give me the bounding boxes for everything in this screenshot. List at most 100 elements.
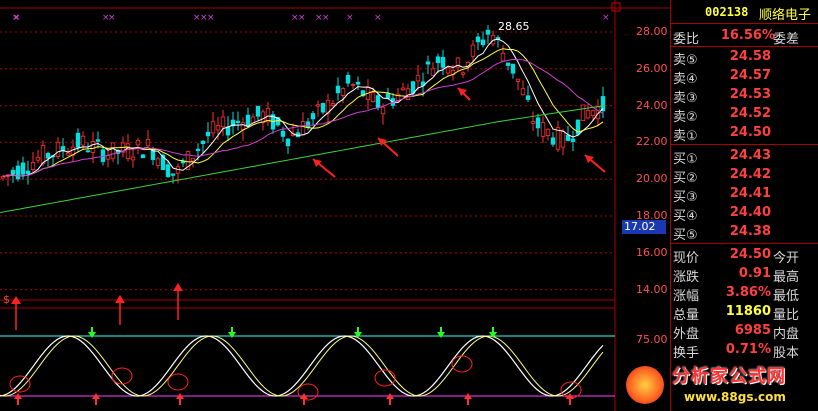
buy-signal-arrow-head bbox=[173, 283, 183, 291]
watermark-url: www.88gs.com bbox=[684, 390, 786, 404]
orderbook-row: 买② 24.42 bbox=[673, 167, 771, 186]
candle-body bbox=[190, 157, 196, 162]
logo-emblem-icon bbox=[626, 366, 664, 404]
candle-body bbox=[440, 56, 446, 68]
orderbook-row: 买③ 24.41 bbox=[673, 186, 771, 205]
candle-body bbox=[235, 120, 241, 123]
price-axis-label: 26.00 bbox=[636, 61, 668, 75]
candle-body bbox=[65, 152, 71, 156]
sell-signal-arrow-head bbox=[437, 332, 445, 338]
price-axis-label: 16.00 bbox=[636, 245, 668, 259]
orderbook-row: 外盘 6985 内盘 bbox=[673, 323, 800, 342]
candle-body bbox=[170, 173, 176, 176]
stock-code: 002138 bbox=[705, 5, 749, 19]
signal-x-marker: × bbox=[602, 13, 610, 23]
candle-body bbox=[525, 95, 531, 100]
signal-x-marker: × bbox=[108, 13, 116, 23]
candle-body bbox=[560, 131, 566, 148]
candle-body bbox=[10, 169, 16, 175]
window-box bbox=[611, 2, 621, 12]
divider bbox=[671, 243, 818, 244]
divider bbox=[671, 23, 818, 24]
candle-body bbox=[215, 125, 221, 131]
trough-circle bbox=[167, 373, 189, 391]
candle-body bbox=[40, 145, 46, 164]
candle-body bbox=[35, 156, 41, 161]
candle-body bbox=[460, 72, 466, 75]
candle-body bbox=[520, 88, 526, 96]
buy-signal-arrow-head bbox=[115, 295, 125, 303]
orderbook-row: 换手 0.71% 股本 bbox=[673, 342, 800, 361]
candle-body bbox=[15, 165, 21, 180]
signal-x-marker: × bbox=[13, 13, 21, 23]
orderbook-row: 卖④ 24.57 bbox=[673, 68, 771, 87]
candle-body bbox=[155, 158, 161, 166]
price-axis-label: 14.00 bbox=[636, 282, 668, 296]
candle-body bbox=[445, 67, 451, 74]
candle-body bbox=[590, 110, 596, 116]
candle-body bbox=[370, 92, 376, 103]
candle-body bbox=[305, 121, 311, 128]
candle-body bbox=[280, 130, 286, 137]
candle-body bbox=[400, 87, 406, 91]
stock-name: 顺络电子 bbox=[759, 8, 812, 23]
candle-body bbox=[260, 111, 266, 123]
candle-body bbox=[90, 141, 96, 153]
candle-body bbox=[340, 88, 346, 96]
candle-body bbox=[470, 44, 476, 57]
candle-body bbox=[140, 154, 146, 159]
candle-body bbox=[200, 140, 206, 144]
osc-line-d bbox=[0, 335, 604, 397]
sell-signal-arrow-head bbox=[88, 332, 96, 338]
candle-body bbox=[55, 141, 61, 157]
candle-body bbox=[30, 162, 36, 170]
candle-body bbox=[545, 128, 551, 136]
candle-body bbox=[310, 113, 316, 120]
trough-circle bbox=[374, 369, 396, 387]
candle-body bbox=[110, 142, 116, 159]
osc-line-k bbox=[0, 335, 604, 397]
candle-body bbox=[210, 121, 216, 134]
candle-body bbox=[20, 162, 26, 175]
candle-body bbox=[565, 134, 571, 141]
candle-body bbox=[75, 132, 81, 148]
divider bbox=[671, 46, 818, 47]
candle-body bbox=[195, 148, 201, 152]
candle-body bbox=[80, 135, 86, 146]
ratio-row: 委比 16.56% 委差 bbox=[673, 28, 800, 47]
candle-body bbox=[45, 152, 51, 159]
signal-x-marker: × bbox=[346, 13, 354, 23]
candle-body bbox=[315, 104, 321, 107]
candle-body bbox=[500, 52, 506, 62]
candle-body bbox=[85, 150, 91, 153]
orderbook-row: 现价 24.50 今开 bbox=[673, 247, 800, 266]
orderbook-row: 卖① 24.50 bbox=[673, 125, 771, 144]
signal-marker-label: $ bbox=[3, 293, 10, 306]
price-axis-label: 28.00 bbox=[636, 25, 668, 38]
candle-body bbox=[225, 126, 231, 136]
orderbook-row: 涨跌 0.91 最高 bbox=[673, 266, 800, 285]
candle-body bbox=[335, 85, 341, 94]
candle-body bbox=[540, 122, 546, 137]
candle-body bbox=[550, 137, 556, 145]
orderbook-row: 买① 24.43 bbox=[673, 148, 771, 167]
watermark-logo: 分析家公式网 www.88gs.com bbox=[620, 358, 818, 411]
kline-chart[interactable]: 28.65×× ×× × × × × × × × × × ×$ bbox=[0, 0, 670, 411]
candle-body bbox=[585, 110, 591, 119]
candle-body bbox=[240, 122, 246, 131]
orderbook-row: 买④ 24.40 bbox=[673, 205, 771, 224]
price-axis-label: 22.00 bbox=[636, 135, 668, 149]
candle-body bbox=[255, 105, 261, 117]
candle-body bbox=[505, 62, 511, 66]
candle-body bbox=[330, 103, 336, 106]
candle-body bbox=[300, 121, 306, 136]
price-axis-label: 24.00 bbox=[636, 98, 668, 112]
candle-body bbox=[570, 138, 576, 142]
orderbook-row: 总量 11860 量比 bbox=[673, 304, 800, 323]
candle-body bbox=[410, 81, 416, 94]
candle-body bbox=[475, 36, 481, 43]
orderbook-row: 买⑤ 24.38 bbox=[673, 224, 771, 243]
candle-body bbox=[510, 63, 516, 74]
candle-body bbox=[220, 116, 226, 128]
candle-body bbox=[415, 75, 421, 82]
